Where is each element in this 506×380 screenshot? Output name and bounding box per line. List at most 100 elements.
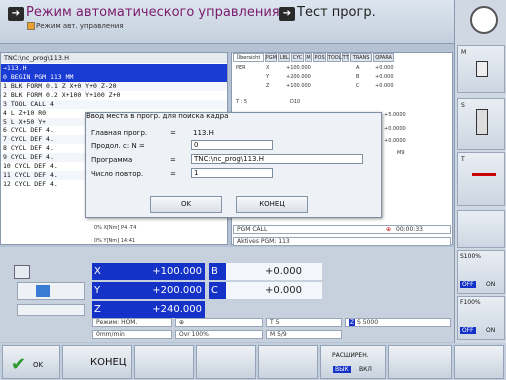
program-current[interactable]: →113.H (1, 64, 227, 73)
end-label: КОНЕЦ (90, 357, 127, 368)
tool-indicator: T 5 (266, 318, 342, 327)
softkey-7[interactable] (388, 345, 452, 379)
status-cell: +100.000 (286, 83, 311, 89)
on-label-2: ON (486, 327, 496, 334)
blank-softkey[interactable] (457, 210, 505, 248)
override-indicator: Ovr 100% (175, 330, 263, 339)
status-tab[interactable]: QPARA (372, 53, 395, 62)
feed-override[interactable]: F100% OFF ON (457, 296, 505, 340)
on-toggle: ВКЛ (359, 366, 372, 373)
timer-icon: ⊕ (386, 226, 392, 233)
off-badge-2: OFF (460, 327, 476, 334)
axis-value: +240.000 (109, 301, 205, 318)
feed-indicator: 0mm/min (92, 330, 172, 339)
status-cell: B (356, 74, 360, 80)
status-tab[interactable]: M (304, 53, 313, 62)
secondary-mode-title: Тест прогр. (297, 5, 376, 20)
repeat-eq: = (170, 170, 176, 178)
dialog-ok-button[interactable]: OK (150, 196, 222, 213)
softkey-4[interactable] (196, 345, 256, 379)
dialog-title: Ввод места в прогр. для поиска кадра (86, 112, 229, 120)
program-line[interactable]: 1 BLK FORM 0.1 Z X+0 Y+0 Z-20 (1, 81, 227, 91)
coord-indicator: ⊕ (175, 318, 263, 327)
status-val-1: +0.0000 (384, 126, 406, 132)
block-number-input[interactable]: 0 (191, 140, 273, 150)
program-line[interactable]: 2 BLK FORM 0.2 X+100 Y+100 Z+0 (1, 90, 227, 100)
softkey-8[interactable] (454, 345, 504, 379)
program-line[interactable]: 3 TOOL CALL 4 (1, 99, 227, 109)
program-label: Программа (91, 156, 133, 164)
status-cell: +0.000 (375, 65, 394, 71)
spindle-speed: S 5000 (357, 319, 379, 326)
axis-value: +200.000 (109, 282, 205, 299)
off-toggle: ВЫК (333, 366, 351, 373)
status-tab[interactable]: TT (341, 53, 350, 62)
main-program-value: 113.H (193, 129, 214, 137)
tool-change-icon (472, 173, 496, 176)
m-label: M (461, 49, 467, 56)
ok-softkey[interactable]: ✔ OK (2, 345, 60, 379)
bar-label-1: 0% X[Nm] P4 -T4 (94, 225, 137, 231)
feed-override-label: F100% (460, 299, 481, 306)
m-softkey[interactable]: M (457, 45, 505, 93)
status-tab[interactable]: TOOL (326, 53, 341, 62)
status-val-0: +5.0000 (384, 112, 406, 118)
mode-title: Режим автоматического управления (26, 5, 280, 20)
main-program-eq: = (170, 129, 176, 137)
extended-label: РАСШИРЕН. (332, 352, 369, 359)
axis-label: Z (92, 301, 109, 318)
m-indicator: M 5/9 (266, 330, 342, 339)
axis-label-2: C (209, 282, 226, 299)
repeat-input[interactable]: 1 (191, 168, 273, 178)
s-softkey[interactable]: S (457, 98, 505, 150)
program-input[interactable]: TNC:\nc_prog\113.H (191, 154, 363, 164)
status-cell: C (356, 83, 360, 89)
tool-name: D10 (290, 99, 301, 105)
t-softkey[interactable]: T (457, 152, 505, 206)
status-tab[interactable]: LBL (278, 53, 291, 62)
status-m: M9 (397, 150, 405, 156)
bar-label-2: 0% Y[Nm] 14:41 (94, 238, 136, 244)
main-program-label: Главная прогр. (91, 129, 148, 137)
t-label: T (461, 156, 465, 163)
axis-value-2: +0.000 (226, 263, 322, 280)
softkey-3[interactable] (134, 345, 194, 379)
status-tab[interactable]: PGM (264, 53, 278, 62)
bar-button[interactable] (17, 304, 85, 316)
pgm-call-label: PGM CALL (237, 226, 268, 233)
spindle-override[interactable]: S100% OFF ON (457, 250, 505, 294)
pgm-call: PGM CALL ⊕ 00:00:33 (233, 225, 451, 234)
repeat-label: Число повтор. (91, 170, 144, 178)
tool-label: T : 5 (236, 99, 248, 105)
check-icon: ✔ (11, 354, 27, 375)
status-cell: A (356, 65, 360, 71)
spindle-override-label: S100% (460, 253, 481, 260)
spindle-icon (476, 109, 488, 135)
mode-indicator: Режим: НОМ. (92, 318, 172, 327)
softkey-5[interactable] (258, 345, 318, 379)
block-scan-dialog (85, 112, 382, 218)
axis-label: Y (92, 282, 109, 299)
status-cell: +100.000 (286, 65, 311, 71)
extended-softkey[interactable]: РАСШИРЕН. ВЫК ВКЛ (320, 345, 386, 379)
status-tab[interactable]: CYC (291, 53, 304, 62)
axis-label: X (92, 263, 109, 280)
machine-icon (476, 61, 488, 77)
program-eq: = (170, 156, 176, 164)
program-path: TNC:\nc_prog\113.H (1, 53, 227, 63)
status-cell: +200.000 (286, 74, 311, 80)
status-tab[interactable]: TRANS (350, 53, 372, 62)
end-softkey[interactable]: КОНЕЦ (62, 345, 132, 379)
ok-label: OK (33, 361, 44, 369)
mode-subtitle: Режим авт. управления (36, 22, 124, 30)
timer: 00:00:33 (396, 226, 423, 233)
program-line[interactable]: 0 BEGIN PGM 113 MM (1, 73, 227, 82)
s-label: S (461, 102, 465, 109)
dialog-end-button[interactable]: КОНЕЦ (236, 196, 308, 213)
axis-label-2: B (209, 263, 226, 280)
status-cell: PER (236, 65, 246, 71)
view-button[interactable] (17, 282, 85, 300)
status-tab[interactable]: Übersicht (233, 53, 264, 62)
mode-arrow-icon: ➔ (8, 7, 24, 21)
status-tab[interactable]: POS (313, 53, 326, 62)
